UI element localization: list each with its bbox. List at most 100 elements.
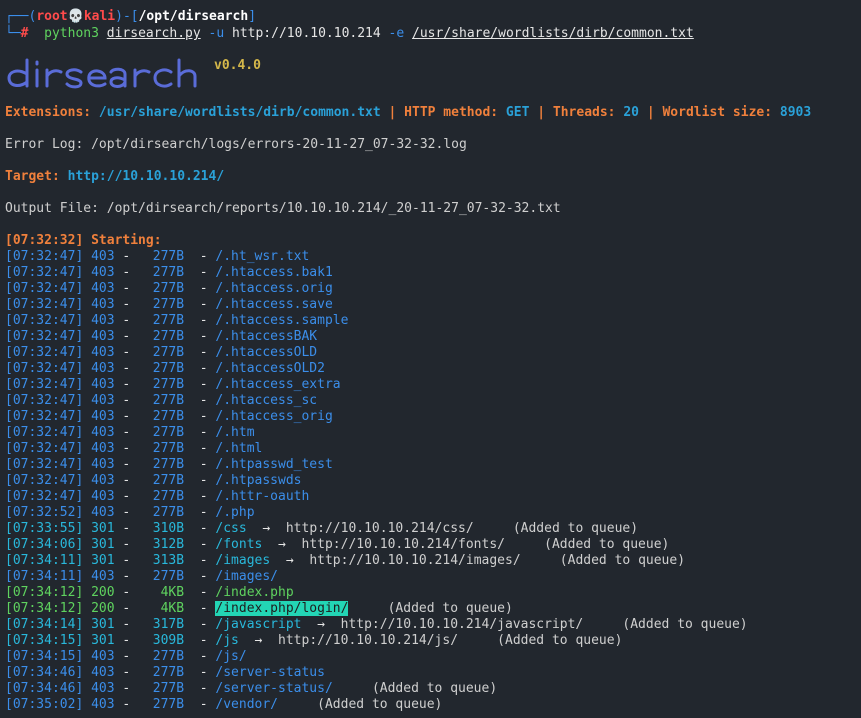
output-file-line: Output File: /opt/dirsearch/reports/10.1… — [5, 201, 561, 216]
result-time: [07:34:12] — [5, 601, 84, 616]
result-time: [07:34:11] — [5, 569, 84, 584]
extensions-value: /usr/share/wordlists/dirb/common.txt — [98, 105, 381, 120]
result-path: /.htaccess.sample — [215, 313, 349, 328]
result-status-code: 200 — [91, 585, 115, 600]
command-script: dirsearch.py — [106, 26, 201, 41]
result-row: [07:34:11] 403 - 277B - /images/ — [5, 569, 279, 584]
result-time: [07:32:47] — [5, 457, 84, 472]
starting-line: [07:32:32] Starting: — [5, 233, 162, 248]
result-size: 309B — [152, 633, 185, 648]
wordlist-size-label: Wordlist size: — [662, 105, 773, 120]
command-line[interactable]: └─# python3 dirsearch.py -u http://10.10… — [5, 26, 694, 42]
result-path: /js — [215, 633, 239, 648]
result-size: 277B — [152, 345, 185, 360]
method-label: HTTP method: — [404, 105, 499, 120]
result-time: [07:35:02] — [5, 697, 84, 712]
target-value: http://10.10.10.214/ — [67, 169, 225, 184]
terminal-window[interactable]: ┌──(root💀kali)-[/opt/dirsearch] └─# pyth… — [0, 0, 861, 718]
result-row: [07:32:47] 403 - 277B - /.htaccess.bak1 — [5, 265, 333, 280]
result-status-code: 403 — [91, 393, 115, 408]
result-size: 310B — [152, 521, 185, 536]
command-url: http://10.10.10.214 — [232, 26, 381, 41]
result-path: /js/ — [215, 649, 247, 664]
result-time: [07:32:47] — [5, 313, 84, 328]
result-path: /fonts — [215, 537, 263, 552]
result-redirect: http://10.10.10.214/css/ — [285, 521, 474, 536]
result-row: [07:32:47] 403 - 277B - /.htaccessOLD2 — [5, 361, 325, 376]
command-wordlist: /usr/share/wordlists/dirb/common.txt — [412, 26, 694, 41]
result-time: [07:34:15] — [5, 633, 84, 648]
result-time: [07:34:11] — [5, 553, 84, 568]
result-path: /.htaccess_orig — [215, 409, 333, 424]
result-time: [07:34:46] — [5, 665, 84, 680]
result-path: /server-status/ — [215, 681, 333, 696]
result-row: [07:34:11] 301 - 313B - /images → http:/… — [5, 553, 686, 568]
extensions-label: Extensions: — [5, 105, 92, 120]
prompt-line: ┌──(root💀kali)-[/opt/dirsearch] — [5, 9, 256, 25]
result-size: 277B — [152, 409, 185, 424]
result-row: [07:32:47] 403 - 277B - /.ht_wsr.txt — [5, 249, 310, 264]
result-status-code: 403 — [91, 329, 115, 344]
result-time: [07:32:47] — [5, 329, 84, 344]
result-status-code: 301 — [91, 633, 115, 648]
result-time: [07:32:47] — [5, 441, 84, 456]
result-time: [07:32:47] — [5, 361, 84, 376]
command-flag-e: -e — [388, 26, 405, 41]
result-status-code: 403 — [91, 665, 115, 680]
result-note: (Added to queue) — [544, 537, 670, 552]
result-row: [07:34:46] 403 - 277B - /server-status/ … — [5, 681, 498, 696]
result-time: [07:32:47] — [5, 489, 84, 504]
result-time: [07:34:46] — [5, 681, 84, 696]
result-size: 277B — [152, 393, 185, 408]
result-row: [07:32:47] 403 - 277B - /.htaccessBAK — [5, 329, 318, 344]
result-size: 313B — [152, 553, 185, 568]
result-status-code: 403 — [91, 457, 115, 472]
result-size: 277B — [152, 281, 185, 296]
result-row: [07:32:47] 403 - 277B - /.htaccess_extra — [5, 377, 341, 392]
result-status-code: 403 — [91, 569, 115, 584]
result-path: /.htaccess.orig — [215, 281, 333, 296]
result-note: (Added to queue) — [559, 553, 686, 568]
result-path: /.htaccess.save — [215, 297, 333, 312]
result-status-code: 403 — [91, 297, 115, 312]
result-size: 277B — [152, 569, 185, 584]
result-time: [07:32:47] — [5, 249, 84, 264]
result-size: 277B — [152, 425, 185, 440]
dirsearch-logo — [7, 58, 197, 89]
result-path: /.htpasswd_test — [215, 457, 333, 472]
result-time: [07:34:06] — [5, 537, 84, 552]
result-note: (Added to queue) — [317, 697, 443, 712]
result-status-code: 403 — [91, 425, 115, 440]
result-path: /.htaccessOLD — [215, 345, 318, 360]
result-size: 277B — [152, 377, 185, 392]
version-label: v0.4.0 — [214, 58, 261, 73]
result-row: [07:32:52] 403 - 277B - /.php — [5, 505, 255, 520]
result-path: /images/ — [215, 569, 279, 584]
threads-value: 20 — [623, 105, 639, 120]
result-note: (Added to queue) — [512, 521, 639, 536]
result-time: [07:32:52] — [5, 505, 84, 520]
result-path: /.htm — [215, 425, 255, 440]
result-status-code: 200 — [91, 601, 115, 616]
prompt-host: kali — [83, 9, 116, 24]
separator-pipe: | — [537, 105, 546, 120]
result-path: /css — [215, 521, 247, 536]
result-row: [07:32:47] 403 - 277B - /.httr-oauth — [5, 489, 310, 504]
result-path: /.htaccessBAK — [215, 329, 318, 344]
result-row: [07:34:06] 301 - 312B - /fonts → http://… — [5, 537, 670, 552]
result-size: 277B — [152, 697, 185, 712]
result-status-code: 403 — [91, 473, 115, 488]
result-row: [07:34:46] 403 - 277B - /server-status — [5, 665, 325, 680]
result-size: 277B — [152, 505, 185, 520]
result-size: 277B — [152, 457, 185, 472]
result-path: /.ht_wsr.txt — [215, 249, 310, 264]
result-status-code: 403 — [91, 441, 115, 456]
result-row: [07:32:47] 403 - 277B - /.htaccess_sc — [5, 393, 318, 408]
result-status-code: 403 — [91, 681, 115, 696]
result-path: /.php — [215, 505, 255, 520]
result-redirect: http://10.10.10.214/javascript/ — [340, 617, 584, 632]
result-row: [07:33:55] 301 - 310B - /css → http://10… — [5, 521, 639, 536]
result-note: (Added to queue) — [371, 681, 498, 696]
result-size: 277B — [152, 249, 185, 264]
result-status-code: 301 — [91, 617, 115, 632]
